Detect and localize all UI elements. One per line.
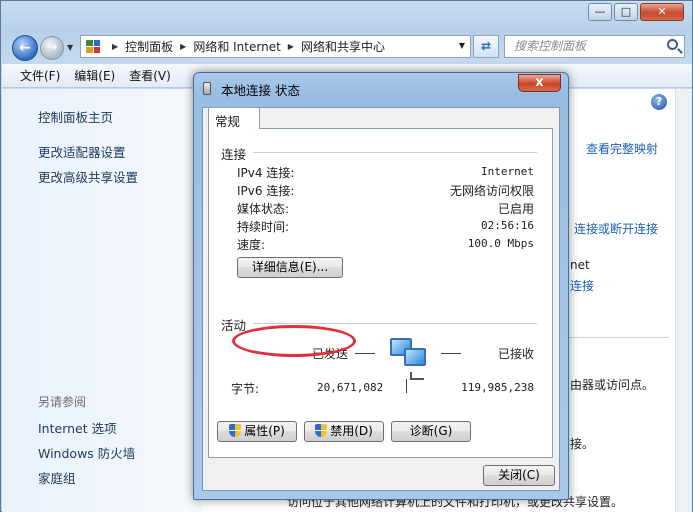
address-dropdown-icon[interactable]: ▼ (459, 41, 465, 50)
setup-text-partial: 由器或访问点。 (570, 378, 655, 392)
search-icon[interactable] (667, 39, 678, 50)
duration-label: 持续时间: (237, 220, 290, 234)
cable-icon (410, 372, 424, 380)
monitor-front-icon (404, 348, 426, 366)
breadcrumb-chevron-icon[interactable]: ▶ (112, 42, 118, 51)
ipv6-label: IPv6 连接: (237, 184, 295, 198)
change-advanced-sharing-link[interactable]: 更改高级共享设置 (38, 167, 138, 186)
windows-firewall-link[interactable]: Windows 防火墙 (38, 443, 135, 462)
dialog-title: 本地连接 状态 (221, 83, 300, 98)
disable-button-label: 禁用(D) (330, 424, 373, 438)
breadcrumb-network-sharing-center[interactable]: 网络和共享中心 (301, 38, 385, 55)
connection-link-partial[interactable]: 连接 (570, 277, 594, 294)
search-placeholder: 搜索控制面板 (514, 39, 587, 53)
duration-value: 02:56:16 (481, 219, 534, 232)
disable-button[interactable]: 禁用(D) (304, 421, 384, 442)
sent-line (355, 353, 375, 354)
menu-file[interactable]: 文件(F) (20, 67, 60, 84)
connection-group-header: 连接 (221, 144, 253, 163)
left-pane: 控制面板主页 更改适配器设置 更改高级共享设置 另请参阅 Internet 选项… (2, 89, 202, 512)
control-panel-icon (86, 40, 100, 53)
change-adapter-settings-link[interactable]: 更改适配器设置 (38, 142, 126, 161)
maximize-button[interactable]: □ (614, 3, 638, 21)
dialog-close-button[interactable]: x (518, 74, 561, 92)
uac-shield-icon (315, 424, 328, 437)
ipv4-value: Internet (481, 165, 534, 178)
forward-arrow-icon[interactable]: → (40, 36, 64, 60)
tab-general[interactable]: 常规 (208, 107, 260, 129)
received-line (441, 353, 461, 354)
speed-label: 速度: (237, 238, 266, 252)
window-close-button[interactable]: ✕ (640, 3, 684, 21)
bytes-divider (406, 379, 407, 393)
properties-button[interactable]: 属性(P) (217, 421, 297, 442)
network-computers-icon (386, 336, 432, 380)
control-panel-home-link[interactable]: 控制面板主页 (38, 107, 113, 126)
menu-edit[interactable]: 编辑(E) (74, 67, 115, 84)
general-tab-panel: 连接 IPv4 连接: Internet IPv6 连接: 无网络访问权限 媒体… (208, 128, 553, 458)
view-full-map-link[interactable]: 查看完整映射 (586, 140, 658, 157)
breadcrumb-chevron-icon[interactable]: ▶ (180, 42, 186, 51)
network-name-partial: net (570, 258, 590, 272)
breadcrumb-network-internet[interactable]: 网络和 Internet (193, 38, 280, 55)
back-arrow-icon[interactable]: ← (12, 35, 38, 61)
recent-pages-chevron-icon[interactable]: ▼ (67, 43, 73, 52)
search-input[interactable]: 搜索控制面板 (504, 35, 685, 58)
diagnose-button[interactable]: 诊断(G) (391, 421, 471, 442)
help-icon[interactable]: ? (651, 94, 667, 110)
speed-value: 100.0 Mbps (467, 237, 534, 250)
bytes-sent-value: 20,671,082 (317, 381, 384, 394)
ipv4-label-text: IPv4 连接: (237, 166, 295, 180)
network-adapter-icon (203, 82, 211, 95)
activity-group-line (253, 323, 537, 324)
see-also-heading: 另请参阅 (38, 395, 87, 409)
ipv6-value: 无网络访问权限 (449, 184, 534, 198)
media-state-label: 媒体状态: (237, 202, 290, 216)
details-button[interactable]: 详细信息(E)... (237, 257, 343, 278)
breadcrumb-control-panel[interactable]: 控制面板 (125, 38, 173, 55)
refresh-icon[interactable]: ⇄ (473, 35, 499, 58)
vertical-scrollbar[interactable] (675, 89, 692, 512)
media-state-value: 已启用 (497, 202, 534, 216)
bytes-received-value: 119,985,238 (461, 381, 534, 394)
section-divider (569, 337, 669, 338)
details-highlight-ring (232, 325, 356, 357)
bytes-label: 字节: (231, 382, 260, 396)
connection-status-dialog: 本地连接 状态 x 常规 连接 IPv4 连接: Internet IPv6 连… (193, 72, 569, 500)
homegroup-link[interactable]: 家庭组 (38, 468, 76, 487)
received-label: 已接收 (497, 347, 534, 361)
connection-group-line (253, 152, 537, 153)
ipv4-label: IPv4 连接: (237, 164, 294, 181)
close-button[interactable]: 关闭(C) (483, 465, 555, 486)
properties-button-label: 属性(P) (244, 424, 285, 438)
uac-shield-icon (229, 424, 242, 437)
connect-text-partial: 接。 (570, 437, 595, 451)
address-bar[interactable]: ▶ 控制面板 ▶ 网络和 Internet ▶ 网络和共享中心 ▼ (80, 35, 471, 58)
minimize-button[interactable]: — (588, 3, 612, 21)
breadcrumb-chevron-icon[interactable]: ▶ (288, 42, 294, 51)
internet-options-link[interactable]: Internet 选项 (38, 418, 117, 437)
menu-view[interactable]: 查看(V) (129, 67, 171, 84)
connect-disconnect-link[interactable]: 连接或断开连接 (574, 220, 658, 237)
